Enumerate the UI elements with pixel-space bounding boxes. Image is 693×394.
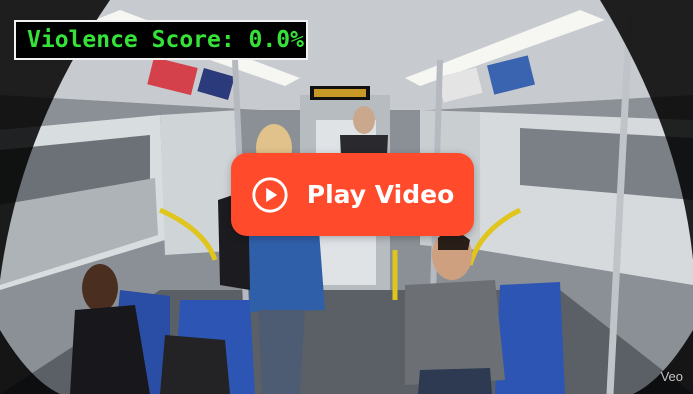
video-player[interactable]: Violence Score: 0.0% Play Video Veo	[0, 0, 693, 394]
violence-score-label: Violence Score: 0.0%	[14, 20, 308, 60]
veo-watermark: Veo	[660, 369, 683, 384]
play-circle-icon	[252, 176, 288, 213]
play-video-label: Play Video	[306, 180, 455, 209]
play-video-button[interactable]: Play Video	[231, 153, 474, 236]
